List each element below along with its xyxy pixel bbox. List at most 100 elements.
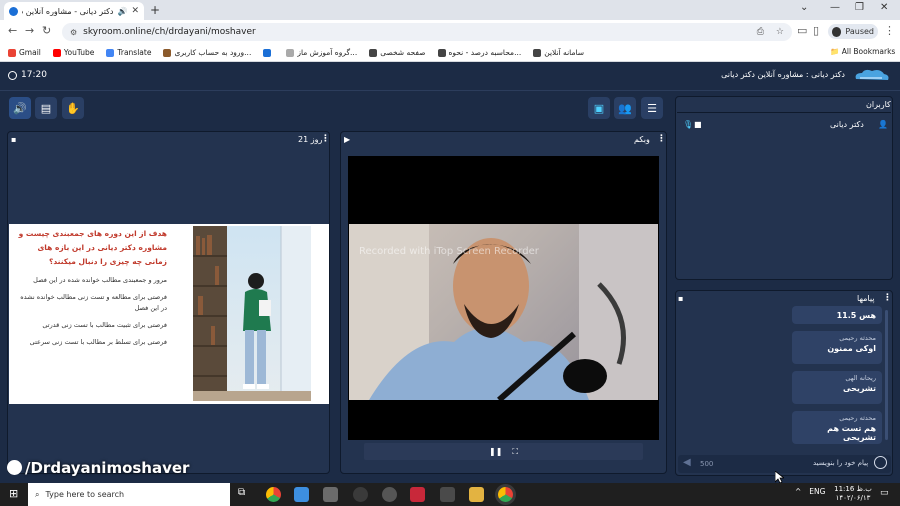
bookmark-item[interactable]: Gmail	[8, 48, 41, 57]
bookmark-item[interactable]: ورود به حساب کاربری...	[163, 48, 251, 57]
reload-icon[interactable]: ↻	[42, 24, 51, 37]
bookmarks-bar: Gmail YouTube Translate ورود به حساب کار…	[0, 44, 900, 62]
bookmark-favicon-icon	[533, 48, 542, 57]
notifications-icon[interactable]: ▭	[880, 488, 889, 498]
profile-button[interactable]: Paused	[828, 24, 878, 39]
file-button[interactable]: ▤	[35, 97, 57, 119]
bookmark-item[interactable]	[263, 48, 274, 57]
slide-panel-title: 21 روز	[298, 135, 323, 144]
menu-dots-icon[interactable]: ⋮	[884, 24, 895, 37]
taskbar-time: 11:16 ب.ظ	[834, 485, 872, 493]
avatar	[832, 26, 842, 37]
bookmark-favicon-icon	[52, 48, 61, 57]
session-time: 17:20	[21, 70, 47, 80]
chrome-active-taskbar-icon[interactable]	[498, 487, 513, 502]
instagram-icon	[7, 460, 22, 475]
side-panel-icon[interactable]: ▯	[813, 24, 819, 37]
bookmark-favicon-icon	[8, 48, 16, 57]
bookmark-item[interactable]: محاسبه درصد - نحوه...	[437, 48, 521, 57]
tab-search-icon[interactable]: ⌄	[800, 2, 808, 13]
browser-tab[interactable]: دکتر دیانی - مشاوره آنلاین دکت... 🔊 ✕	[4, 2, 144, 20]
system-tray: ^ ENG	[795, 487, 825, 496]
slide-panel-file-icon: ▪	[11, 135, 17, 144]
clock-icon	[8, 70, 17, 80]
bookmark-item[interactable]: سامانه آنلاین	[533, 48, 584, 57]
user-name[interactable]: دکتر دیانی	[830, 120, 864, 129]
chat-message: ریحانه الهی تشریحی	[792, 371, 882, 404]
taskbar-search-placeholder: Type here to search	[45, 490, 125, 499]
windows-start-icon[interactable]: ⊞	[9, 488, 20, 499]
audio-icon[interactable]: 🔊	[117, 7, 127, 16]
bookmark-item[interactable]: Translate	[106, 48, 151, 57]
maximize-button[interactable]: ❐	[855, 2, 864, 13]
chat-message: محدثه رحیمی اوکی ممنون	[792, 331, 882, 364]
user-avatar-icon: 👤	[878, 120, 888, 129]
tray-expand-icon[interactable]: ^	[795, 487, 801, 496]
back-icon[interactable]: ←	[8, 24, 17, 37]
bookmark-item[interactable]: گروه آموزش ماز...	[286, 48, 357, 57]
bookmark-star-icon[interactable]: ☆	[776, 27, 784, 37]
slide-panel-menu-icon[interactable]: ⋮	[321, 134, 330, 144]
menu-button[interactable]: ☰	[641, 97, 663, 119]
chat-input-placeholder: پیام خود را بنویسید	[813, 459, 869, 467]
session-clock: 17:20	[8, 70, 47, 80]
extensions-icon[interactable]: ▭	[797, 24, 807, 37]
recorder-taskbar-icon[interactable]	[410, 487, 425, 502]
pause-icon[interactable]: ❚❚	[489, 447, 502, 456]
hamburger-icon: ☰	[647, 101, 657, 115]
chat-icon: ▣	[593, 101, 605, 115]
char-limit: 500	[700, 460, 714, 468]
users-panel-title: کاربران	[866, 100, 891, 109]
raise-hand-button[interactable]: ✋	[62, 97, 84, 119]
all-bookmarks-button[interactable]: 📁 All Bookmarks	[830, 47, 895, 56]
speaker-button[interactable]: 🔊	[9, 97, 31, 119]
bookmark-favicon-icon	[369, 48, 378, 57]
address-bar[interactable]: ⚙ skyroom.online/ch/drdayani/moshaver ⎙ …	[62, 23, 792, 41]
taskbar-clock[interactable]: 11:16 ب.ظ ۱۴۰۲/۰۶/۱۳	[833, 485, 873, 503]
settings-taskbar-icon[interactable]	[440, 487, 455, 502]
minimize-button[interactable]: —	[830, 2, 840, 13]
language-indicator[interactable]: ENG	[809, 487, 825, 496]
forward-icon[interactable]: →	[25, 24, 34, 37]
hand-icon: ✋	[66, 101, 80, 115]
camera-icon: ▶	[344, 135, 351, 144]
taskbar-search[interactable]: ⌕ Type here to search	[28, 483, 230, 506]
fullscreen-icon[interactable]: ⛶	[512, 447, 518, 457]
slide-text-block: هدف از این دوره های جمعبندی چیست و مشاور…	[9, 224, 171, 404]
bookmark-item[interactable]: صفحه شخصی	[369, 48, 426, 57]
slide-heading: هدف از این دوره های جمعبندی چیست و مشاور…	[18, 229, 167, 266]
share-icon[interactable]: ⎙	[757, 27, 764, 37]
bookmark-item[interactable]: YouTube	[52, 48, 94, 57]
close-window-button[interactable]: ✕	[880, 2, 888, 13]
file-explorer-taskbar-icon[interactable]	[469, 487, 484, 502]
chat-panel-icon: ▪	[678, 294, 684, 303]
file-icon: ▤	[40, 101, 52, 115]
send-icon[interactable]: ◀	[683, 457, 691, 468]
mail-taskbar-icon[interactable]	[294, 487, 309, 502]
new-tab-button[interactable]: +	[150, 3, 160, 17]
message-text: اوکی ممنون	[827, 344, 876, 353]
webcam-panel-menu-icon[interactable]: ⋮	[657, 134, 666, 144]
video-icon: ■	[694, 120, 702, 129]
chat-panel-menu-icon[interactable]: ⋮	[883, 293, 892, 303]
message-text: تشریحی	[843, 384, 876, 393]
close-tab-icon[interactable]: ✕	[131, 6, 139, 16]
taskbar-date: ۱۴۰۲/۰۶/۱۳	[835, 494, 871, 502]
app-taskbar-icon[interactable]	[353, 487, 368, 502]
users-toggle-button[interactable]: 👥	[614, 97, 636, 119]
chat-toggle-button[interactable]: ▣	[588, 97, 610, 119]
speaker-icon: 🔊	[13, 101, 27, 115]
slide-line: فرصتی برای تسلط بر مطالب با تست زنی سرعت…	[29, 338, 167, 346]
student-photo	[193, 226, 311, 401]
browser-tab-title: دکتر دیانی - مشاوره آنلاین دکت...	[22, 6, 114, 16]
site-info-icon[interactable]: ⚙	[70, 28, 77, 37]
bookmark-favicon-icon	[163, 48, 172, 57]
calculator-taskbar-icon[interactable]	[323, 487, 338, 502]
emoji-icon[interactable]	[874, 456, 887, 469]
task-view-icon[interactable]: ⧉	[238, 487, 253, 502]
recorder-overlay-text: Recorded with iTop Screen Recorder	[359, 246, 539, 257]
camera-taskbar-icon[interactable]	[382, 487, 397, 502]
chat-scrollbar[interactable]	[885, 310, 888, 440]
chrome-taskbar-icon[interactable]	[266, 487, 281, 502]
site-favicon-icon	[9, 6, 18, 16]
